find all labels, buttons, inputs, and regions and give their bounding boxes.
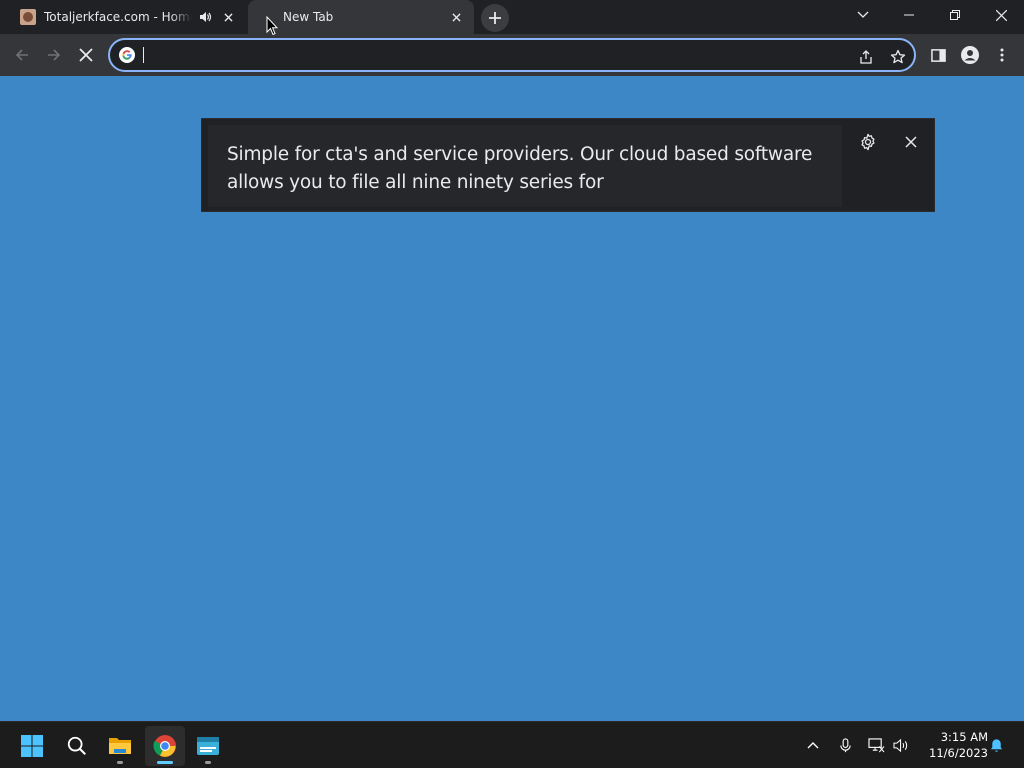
- back-button[interactable]: [6, 39, 38, 71]
- arrow-right-icon: [48, 49, 61, 61]
- google-icon: [119, 47, 135, 63]
- page-content: Simple for cta's and service providers. …: [0, 76, 1024, 721]
- bell-icon: [990, 738, 1002, 752]
- windows-taskbar: 3:15 AM 11/6/2023: [0, 721, 1024, 768]
- caption-settings-button[interactable]: [856, 130, 880, 154]
- bookmark-button[interactable]: [886, 45, 910, 69]
- share-icon: [860, 50, 872, 64]
- close-icon: [995, 9, 1007, 21]
- search-icon: [67, 736, 86, 755]
- clock-date: 11/6/2023: [929, 746, 988, 760]
- taskbar-app-window[interactable]: [188, 726, 228, 766]
- close-tab-icon[interactable]: [220, 9, 236, 25]
- network-icon: [867, 737, 884, 752]
- close-icon: [79, 48, 93, 62]
- chevron-down-icon: [857, 11, 869, 18]
- plus-icon: [489, 12, 501, 24]
- profile-button[interactable]: [954, 39, 986, 71]
- minimize-icon: [904, 14, 914, 16]
- text-caret: [143, 47, 144, 63]
- kebab-menu-icon: [1000, 48, 1004, 62]
- window-app-icon: [197, 737, 219, 755]
- running-indicator: [205, 761, 211, 764]
- gear-icon: [861, 133, 875, 151]
- live-caption-bubble: Simple for cta's and service providers. …: [201, 118, 935, 212]
- stop-loading-button[interactable]: [70, 39, 102, 71]
- taskbar-clock[interactable]: 3:15 AM 11/6/2023: [918, 729, 988, 761]
- microphone-button[interactable]: [834, 734, 856, 756]
- tab-new-tab[interactable]: New Tab: [248, 0, 474, 34]
- caption-line: Simple for cta's and service providers. …: [227, 144, 813, 165]
- tab-title: Totaljerkface.com - Home O: [44, 10, 192, 24]
- tab-totaljerkface[interactable]: Totaljerkface.com - Home O: [8, 0, 246, 34]
- close-window-button[interactable]: [978, 0, 1024, 30]
- share-button[interactable]: [854, 45, 878, 69]
- start-button[interactable]: [12, 726, 52, 766]
- avatar-icon: [961, 46, 979, 64]
- site-favicon-icon: [20, 9, 36, 25]
- restore-icon: [950, 10, 960, 20]
- taskbar-search-button[interactable]: [57, 726, 97, 766]
- caption-close-button[interactable]: [899, 130, 923, 154]
- show-hidden-icons-button[interactable]: [802, 734, 824, 756]
- address-input[interactable]: [142, 44, 842, 66]
- menu-button[interactable]: [986, 39, 1018, 71]
- folder-icon: [109, 738, 131, 754]
- close-tab-icon[interactable]: [448, 9, 464, 25]
- side-panel-button[interactable]: [922, 39, 954, 71]
- running-indicator: [117, 761, 123, 764]
- windows-logo-icon: [21, 735, 43, 757]
- volume-button[interactable]: [890, 734, 912, 756]
- microphone-icon: [839, 737, 851, 752]
- minimize-button[interactable]: [886, 0, 932, 30]
- network-button[interactable]: [865, 734, 887, 756]
- chevron-up-icon: [807, 742, 819, 749]
- tab-strip: Totaljerkface.com - Home O New Tab: [0, 0, 1024, 34]
- live-caption-text: Simple for cta's and service providers. …: [227, 141, 827, 197]
- speaker-icon: [892, 738, 907, 752]
- star-icon: [890, 49, 906, 64]
- side-panel-icon: [930, 48, 946, 62]
- address-bar[interactable]: [108, 38, 916, 72]
- notifications-button[interactable]: [985, 734, 1007, 756]
- caption-line: allows you to file all nine ninety serie…: [227, 172, 604, 193]
- close-icon: [905, 136, 917, 148]
- taskbar-chrome[interactable]: [145, 726, 185, 766]
- tab-title: New Tab: [283, 10, 334, 24]
- arrow-left-icon: [15, 49, 28, 61]
- new-tab-button[interactable]: [481, 4, 509, 32]
- chrome-icon: [153, 735, 176, 757]
- speaker-icon[interactable]: [198, 10, 212, 24]
- mouse-cursor-icon: [266, 16, 278, 36]
- clock-time: 3:15 AM: [940, 730, 988, 744]
- taskbar-file-explorer[interactable]: [100, 726, 140, 766]
- active-indicator: [157, 761, 173, 764]
- restore-button[interactable]: [932, 0, 978, 30]
- forward-button[interactable]: [38, 39, 70, 71]
- tab-search-button[interactable]: [840, 0, 886, 30]
- live-caption-text-area: Simple for cta's and service providers. …: [208, 125, 842, 207]
- browser-toolbar: [0, 34, 1024, 76]
